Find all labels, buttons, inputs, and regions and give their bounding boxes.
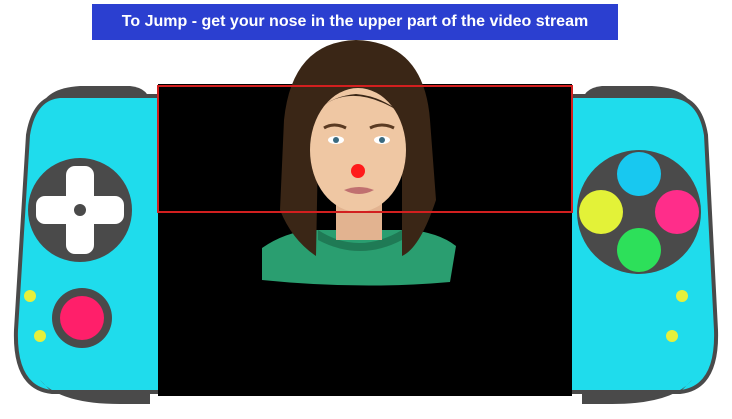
button-right — [655, 190, 699, 234]
indicator-dot-left-upper — [24, 290, 36, 302]
indicator-dot-right-upper — [676, 290, 688, 302]
face-buttons-icon — [577, 150, 701, 274]
indicator-dot-left-lower — [34, 330, 46, 342]
indicator-dot-right-lower — [666, 330, 678, 342]
action-button-icon — [52, 288, 112, 348]
button-top — [617, 152, 661, 196]
game-console — [13, 40, 719, 404]
dpad-icon — [28, 158, 132, 262]
player-figure — [262, 40, 456, 286]
nose-marker — [351, 164, 365, 178]
button-left — [579, 190, 623, 234]
button-bottom — [617, 228, 661, 272]
